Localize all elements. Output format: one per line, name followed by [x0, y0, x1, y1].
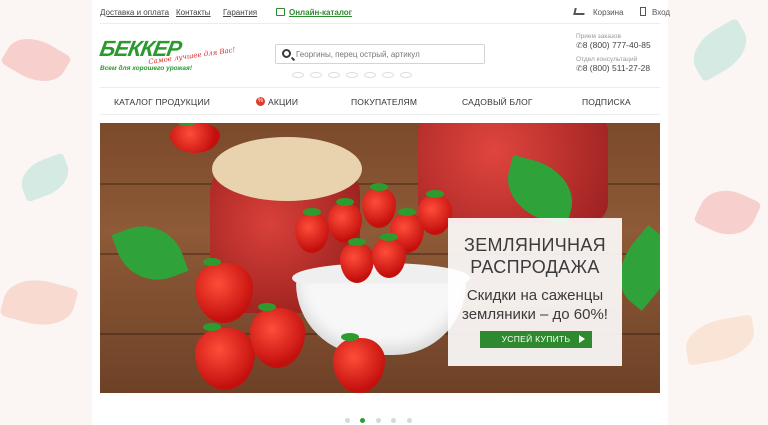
- nav-item-garden-blog[interactable]: САДОВЫЙ БЛОГ: [462, 97, 533, 107]
- nav-item-customers[interactable]: ПОКУПАТЕЛЯМ: [351, 97, 417, 107]
- cart-link[interactable]: Корзина: [593, 8, 623, 17]
- slider-dot[interactable]: [391, 418, 397, 423]
- promo-subtitle: Скидки на саженцы земляники – до 60%!: [462, 287, 608, 323]
- bowl-image: [296, 283, 466, 355]
- promo-title: ЗЕМЛЯНИЧНАЯ РАСПРОДАЖА: [464, 235, 606, 277]
- consult-label: Отдел консультаций: [576, 56, 638, 63]
- top-bar: Доставка и оплата Контакты Гарантия Онла…: [100, 0, 670, 24]
- search-input[interactable]: [296, 47, 482, 62]
- contacts-block: Прием заказов 8 (800) 777-40-85 Отдел ко…: [576, 33, 651, 79]
- slider-dot-active[interactable]: [360, 418, 366, 423]
- hero-banner[interactable]: ЗЕМЛЯНИЧНАЯ РАСПРОДАЖА Скидки на саженцы…: [100, 123, 660, 393]
- slider-dot[interactable]: [345, 418, 350, 423]
- site-logo[interactable]: БЕККЕР Самое лучшее для Вас! Всем для хо…: [98, 36, 236, 76]
- promo-card: ЗЕМЛЯНИЧНАЯ РАСПРОДАЖА Скидки на саженцы…: [448, 218, 622, 366]
- slider-dot[interactable]: [406, 418, 412, 423]
- delivery-link[interactable]: Доставка и оплата: [100, 8, 169, 17]
- online-catalog-link[interactable]: Онлайн-каталог: [289, 8, 352, 17]
- nav-item-promotions[interactable]: АКЦИИ: [268, 97, 298, 107]
- jar-lid-image: [212, 137, 362, 201]
- slider-dot[interactable]: [375, 418, 381, 423]
- search-icon[interactable]: [282, 49, 291, 58]
- door-icon[interactable]: [640, 7, 646, 16]
- search-box[interactable]: [275, 44, 485, 64]
- orders-label: Прием заказов: [576, 33, 621, 40]
- orders-phone[interactable]: 8 (800) 777-40-85: [576, 40, 651, 50]
- slider-pagination: [345, 410, 418, 423]
- contacts-link[interactable]: Контакты: [176, 8, 211, 17]
- warranty-link[interactable]: Гарантия: [223, 8, 257, 17]
- book-icon: [276, 8, 285, 16]
- consult-phone[interactable]: 8 (800) 511-27-28: [576, 63, 651, 73]
- buy-now-button[interactable]: УСПЕЙ КУПИТЬ: [480, 331, 592, 348]
- login-link[interactable]: Вход: [652, 8, 670, 17]
- percent-icon: %: [256, 97, 265, 106]
- nav-item-subscription[interactable]: ПОДПИСКА: [582, 97, 631, 107]
- page-container: Доставка и оплата Контакты Гарантия Онла…: [92, 0, 670, 425]
- search-decoration: [292, 65, 462, 78]
- logo-tagline: Всем для хорошего урожая!: [100, 65, 193, 72]
- cart-icon[interactable]: [573, 8, 586, 15]
- main-nav: КАТАЛОГ ПРОДУКЦИИ % АКЦИИ ПОКУПАТЕЛЯМ СА…: [100, 87, 660, 115]
- nav-item-catalog[interactable]: КАТАЛОГ ПРОДУКЦИИ: [114, 97, 210, 107]
